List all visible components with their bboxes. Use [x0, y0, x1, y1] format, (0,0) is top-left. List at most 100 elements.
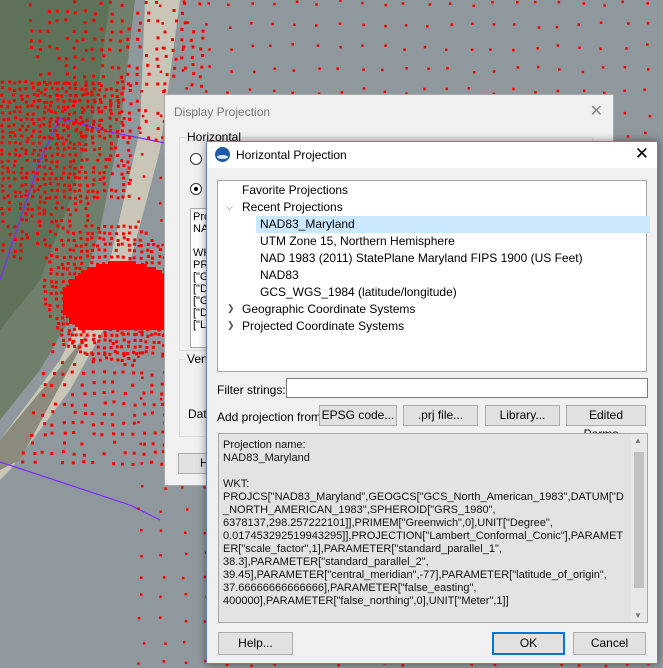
mesh-point [6, 225, 10, 228]
mesh-point [84, 300, 87, 303]
mesh-point [72, 29, 76, 33]
scroll-up-icon[interactable]: ▲ [634, 436, 642, 445]
mesh-point [147, 136, 151, 140]
mesh-point [91, 423, 95, 427]
mesh-point [144, 321, 147, 324]
tree-item-recent-1[interactable]: UTM Zone 15, Northern Hemisphere [260, 233, 455, 250]
mesh-point [72, 285, 75, 288]
mesh-point [128, 154, 132, 158]
mesh-point [140, 462, 143, 465]
mesh-point [68, 248, 72, 252]
display-projection-close-icon[interactable]: ✕ [590, 101, 603, 121]
mesh-point [70, 333, 74, 337]
mesh-point [83, 403, 87, 407]
mesh-point [103, 401, 107, 405]
mesh-point [51, 350, 55, 354]
filter-input[interactable] [286, 378, 648, 398]
library-button[interactable]: Library... [485, 405, 560, 426]
mesh-point [84, 30, 88, 34]
mesh-point [75, 324, 78, 327]
scroll-down-icon[interactable]: ▼ [634, 611, 642, 620]
mesh-point [114, 291, 117, 294]
mesh-point [110, 357, 113, 361]
mesh-point [120, 172, 124, 176]
mesh-point [20, 237, 24, 241]
tree-item-geographic[interactable]: Geographic Coordinate Systems [242, 301, 415, 318]
mesh-point [117, 270, 120, 273]
mesh-point [62, 266, 66, 270]
radio-option-1[interactable] [190, 153, 202, 165]
chevron-right-icon[interactable]: ❯ [227, 303, 235, 314]
mesh-point [80, 165, 84, 169]
mesh-point [137, 126, 141, 130]
mesh-point [122, 421, 126, 425]
info-scrollbar[interactable]: ▲ ▼ [631, 434, 647, 622]
projection-tree[interactable]: Favorite Projections ⌵ Recent Projection… [217, 180, 650, 372]
mesh-point [108, 242, 112, 246]
mesh-point [64, 90, 68, 94]
mesh-point [48, 177, 52, 181]
mesh-point [291, 43, 294, 46]
cancel-button[interactable]: Cancel [573, 632, 646, 655]
mesh-point [2, 99, 6, 103]
mesh-point [69, 255, 72, 259]
radio-option-2[interactable] [190, 183, 202, 195]
mesh-point [126, 273, 129, 276]
help-button[interactable]: Help... [218, 632, 293, 655]
mesh-point [122, 402, 126, 406]
tree-item-recent-4[interactable]: GCS_WGS_1984 (latitude/longitude) [260, 284, 457, 301]
mesh-point [623, 111, 627, 115]
mesh-point [48, 120, 52, 124]
mesh-point [137, 197, 141, 200]
mesh-point [84, 171, 87, 174]
mesh-point [117, 303, 120, 306]
chevron-down-icon[interactable]: ⌵ [226, 202, 233, 213]
mesh-point [129, 309, 132, 312]
mesh-point [229, 26, 232, 29]
mesh-point [147, 279, 150, 282]
mesh-point [57, 322, 60, 325]
mesh-point [71, 393, 74, 397]
mesh-point [78, 267, 82, 270]
mesh-point [49, 272, 53, 275]
mesh-point [71, 461, 75, 465]
mesh-point [147, 288, 150, 291]
scroll-thumb[interactable] [634, 452, 644, 588]
mesh-point [208, 65, 211, 68]
close-icon[interactable]: ✕ [635, 145, 649, 163]
mesh-point [129, 294, 132, 297]
mesh-point [120, 273, 123, 276]
mesh-point [48, 21, 52, 25]
tree-item-recent-2[interactable]: NAD 1983 (2011) StatePlane Maryland FIPS… [260, 250, 583, 267]
mesh-point [68, 338, 72, 342]
mesh-point [78, 300, 81, 303]
mesh-point [427, 67, 430, 70]
mesh-point [110, 255, 114, 259]
prj-file-button[interactable]: .prj file... [403, 405, 478, 426]
ok-button[interactable]: OK [492, 632, 565, 655]
tree-item-recent-0[interactable]: NAD83_Maryland [256, 216, 650, 233]
mesh-point [513, 23, 516, 26]
tree-item-recent-3[interactable]: NAD83 [260, 267, 299, 284]
mesh-point [112, 400, 116, 404]
mesh-point [1, 212, 5, 216]
mesh-point [120, 331, 124, 335]
mesh-point [26, 94, 29, 98]
mesh-point [160, 462, 164, 466]
mesh-point [96, 345, 100, 349]
tree-item-projected[interactable]: Projected Coordinate Systems [242, 318, 404, 335]
mesh-point [1, 249, 5, 253]
mesh-point [68, 272, 72, 276]
mesh-point [97, 110, 101, 114]
mesh-point [61, 316, 65, 320]
mesh-point [1, 165, 5, 169]
mesh-point [66, 294, 69, 297]
mesh-point [139, 131, 142, 134]
edited-parms-button[interactable]: Edited Parms... [566, 405, 646, 441]
mesh-point [155, 57, 159, 61]
epsg-code-button[interactable]: EPSG code... [319, 405, 397, 426]
tree-item-favorite[interactable]: Favorite Projections [242, 182, 348, 199]
mesh-point [129, 312, 132, 315]
chevron-right-icon[interactable]: ❯ [227, 320, 235, 331]
tree-item-recent[interactable]: Recent Projections [242, 199, 343, 216]
